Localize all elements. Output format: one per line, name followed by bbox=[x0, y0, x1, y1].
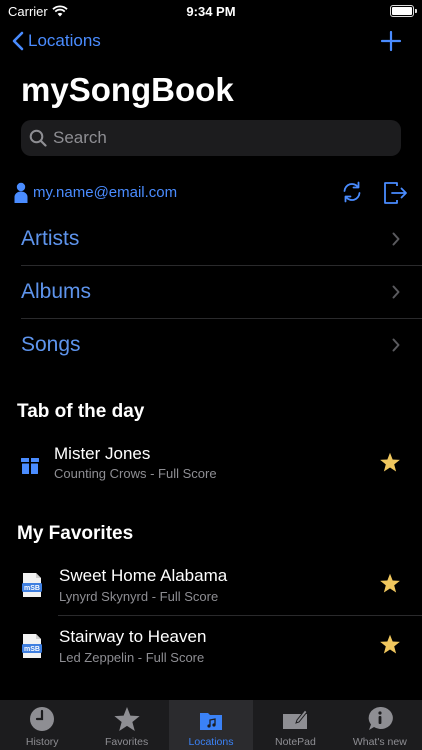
section-header-tab-of-the-day: Tab of the day bbox=[17, 401, 145, 422]
tab-bar: History Favorites Locations NotePad What… bbox=[0, 700, 422, 750]
tab-label: Locations bbox=[188, 736, 234, 748]
tab-of-the-day-item[interactable]: Mister Jones Counting Crows - Full Score bbox=[0, 432, 422, 494]
account-row: my.name@email.com bbox=[14, 180, 408, 206]
tab-label: What's new bbox=[352, 736, 407, 748]
tab-label: NotePad bbox=[274, 736, 316, 748]
star-icon[interactable] bbox=[379, 452, 401, 473]
star-icon[interactable] bbox=[379, 634, 401, 655]
song-subtitle: Led Zeppelin - Full Score bbox=[59, 650, 205, 665]
page-title: mySongBook bbox=[21, 71, 234, 108]
navigation-bar: Locations bbox=[0, 28, 422, 60]
account-email[interactable]: my.name@email.com bbox=[33, 184, 177, 201]
back-button[interactable]: Locations bbox=[12, 31, 101, 51]
info-bubble-icon bbox=[368, 706, 393, 730]
song-subtitle: Counting Crows - Full Score bbox=[54, 466, 217, 481]
document-icon: mSB bbox=[22, 573, 42, 597]
user-icon bbox=[14, 182, 28, 203]
document-icon: mSB bbox=[22, 634, 42, 658]
status-bar: Carrier 9:34 PM bbox=[0, 0, 422, 24]
star-icon bbox=[114, 707, 140, 732]
menu-item-songs[interactable]: Songs bbox=[21, 319, 422, 372]
tab-favorites[interactable]: Favorites bbox=[84, 700, 168, 750]
menu-item-label: Artists bbox=[21, 227, 80, 250]
logout-button[interactable] bbox=[382, 180, 408, 211]
folder-music-icon bbox=[200, 713, 223, 730]
tab-label: Favorites bbox=[105, 736, 149, 748]
tab-history[interactable]: History bbox=[0, 700, 84, 750]
status-time: 9:34 PM bbox=[186, 4, 236, 19]
song-subtitle: Lynyrd Skynyrd - Full Score bbox=[59, 589, 219, 604]
chevron-right-icon bbox=[392, 285, 400, 299]
logout-icon bbox=[384, 182, 407, 204]
favorite-item[interactable]: mSB Sweet Home Alabama Lynyrd Skynyrd - … bbox=[0, 555, 422, 616]
tab-whats-new[interactable]: What's new bbox=[338, 700, 422, 750]
library-menu: Artists Albums Songs bbox=[21, 213, 422, 372]
sync-button[interactable] bbox=[340, 180, 364, 209]
chevron-right-icon bbox=[392, 338, 400, 352]
favorite-item[interactable]: mSB Stairway to Heaven Led Zeppelin - Fu… bbox=[0, 616, 422, 677]
tab-notepad[interactable]: NotePad bbox=[253, 700, 337, 750]
add-button[interactable] bbox=[380, 30, 402, 57]
plus-icon bbox=[380, 30, 402, 52]
chevron-left-icon bbox=[12, 31, 24, 51]
search-bar[interactable] bbox=[21, 120, 401, 156]
tab-label: History bbox=[25, 736, 59, 748]
menu-item-artists[interactable]: Artists bbox=[21, 213, 422, 266]
menu-item-label: Albums bbox=[21, 280, 92, 303]
menu-item-label: Songs bbox=[21, 333, 81, 356]
section-header-my-favorites: My Favorites bbox=[17, 523, 134, 544]
search-input[interactable] bbox=[53, 128, 383, 148]
song-title: Mister Jones bbox=[54, 444, 151, 463]
chevron-right-icon bbox=[392, 232, 400, 246]
back-button-label: Locations bbox=[28, 31, 101, 50]
document-icon-text: mSB bbox=[24, 646, 40, 653]
song-title: Stairway to Heaven bbox=[59, 627, 207, 646]
favorites-list: mSB Sweet Home Alabama Lynyrd Skynyrd - … bbox=[0, 555, 422, 677]
star-icon[interactable] bbox=[379, 573, 401, 594]
battery-icon bbox=[390, 5, 417, 17]
song-title: Sweet Home Alabama bbox=[59, 566, 228, 585]
search-icon bbox=[29, 129, 47, 147]
tab-locations[interactable]: Locations bbox=[168, 700, 254, 750]
menu-item-albums[interactable]: Albums bbox=[21, 266, 422, 319]
gift-icon bbox=[21, 458, 39, 474]
notepad-icon bbox=[283, 709, 309, 729]
document-icon-text: mSB bbox=[24, 585, 40, 592]
clock-icon bbox=[30, 707, 55, 731]
sync-icon bbox=[343, 181, 361, 203]
